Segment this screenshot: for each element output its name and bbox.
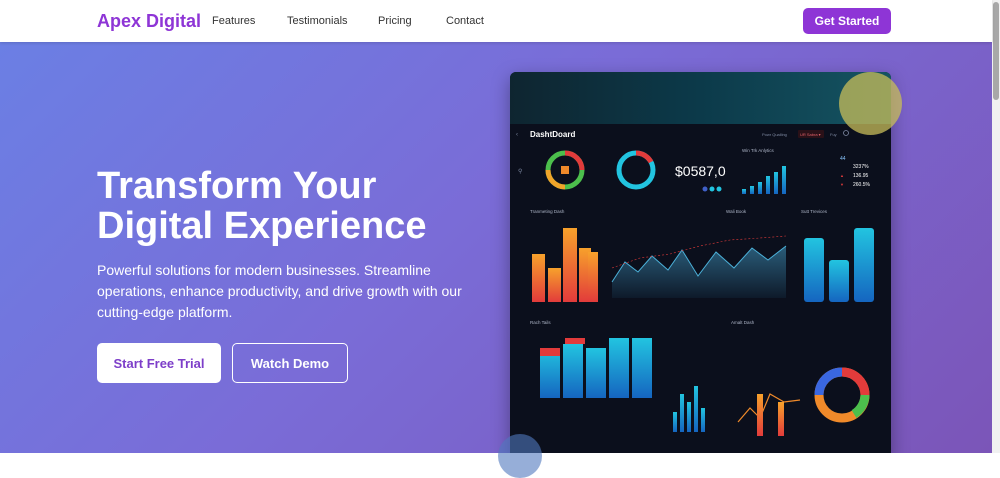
cyan-bar-chart [804, 228, 874, 302]
svg-text:44: 44 [840, 156, 846, 162]
dashboard-illustration: DashtDoard ‹ Powr Qualling UR Sabra ▾ Fu… [516, 130, 874, 436]
rach-tails-label: Rach Tails [530, 320, 551, 325]
brand-logo[interactable]: Apex Digital [97, 11, 201, 32]
win-analytics-label: Win Trk Anlytics [742, 148, 775, 153]
svg-text:▲: ▲ [840, 173, 844, 178]
svg-text:▼: ▼ [840, 182, 844, 187]
trending-label: Tranmeting Dash [530, 209, 565, 214]
page-scrollbar[interactable] [992, 0, 1000, 453]
nav-link-testimonials[interactable]: Testimonials [287, 15, 348, 27]
hero-headline: Transform Your Digital Experience [97, 166, 426, 246]
stat-2: 136.95 [853, 173, 869, 179]
thin-bar-chart [673, 386, 705, 432]
header-text-2: Fuy [830, 132, 837, 137]
start-free-trial-button[interactable]: Start Free Trial [97, 343, 221, 383]
bottom-bar-chart [540, 338, 652, 398]
mini-line-chart [737, 393, 801, 423]
dashboard-header-text: Powr Qualling [762, 132, 787, 137]
top-navbar: Apex Digital Features Testimonials Prici… [0, 0, 992, 42]
header-search-icon [843, 130, 849, 136]
nav-link-contact[interactable]: Contact [446, 15, 484, 27]
amalt-dash-label: Amalt Dash [731, 320, 755, 325]
nav-link-features[interactable]: Features [212, 15, 255, 27]
watch-demo-button[interactable]: Watch Demo [232, 343, 348, 383]
headline-line-2: Digital Experience [97, 205, 427, 247]
stats-list: 44 3237% 136.95 260.5% ▲ ▼ [840, 156, 871, 188]
scrollbar-thumb[interactable] [993, 2, 999, 100]
nav-link-pricing[interactable]: Pricing [378, 15, 412, 27]
decorative-blue-circle [498, 434, 542, 478]
mini-bar-chart [742, 166, 786, 194]
stat-3: 260.5% [853, 182, 871, 188]
hero-subtext: Powerful solutions for modern businesses… [97, 262, 462, 320]
dashboard-title: DashtDoard [530, 130, 575, 139]
dashboard-preview-image: DashtDoard ‹ Powr Qualling UR Sabra ▾ Fu… [510, 72, 891, 453]
big-metric-value: $0587,0 [675, 163, 726, 179]
get-started-button[interactable]: Get Started [803, 8, 891, 34]
sidebar-search-icon: ⚲ [518, 168, 522, 175]
back-arrow-icon: ‹ [516, 132, 518, 138]
wali-book-label: Wali Book [726, 209, 747, 214]
orange-bar-chart [532, 228, 598, 302]
header-pill-text: UR Sabra ▾ [800, 132, 821, 137]
stat-1: 3237% [853, 164, 869, 170]
sutt-trevices-label: Sutt Trevices [801, 209, 828, 214]
decorative-yellow-circle [839, 72, 902, 135]
headline-line-1: Transform Your [97, 165, 377, 207]
